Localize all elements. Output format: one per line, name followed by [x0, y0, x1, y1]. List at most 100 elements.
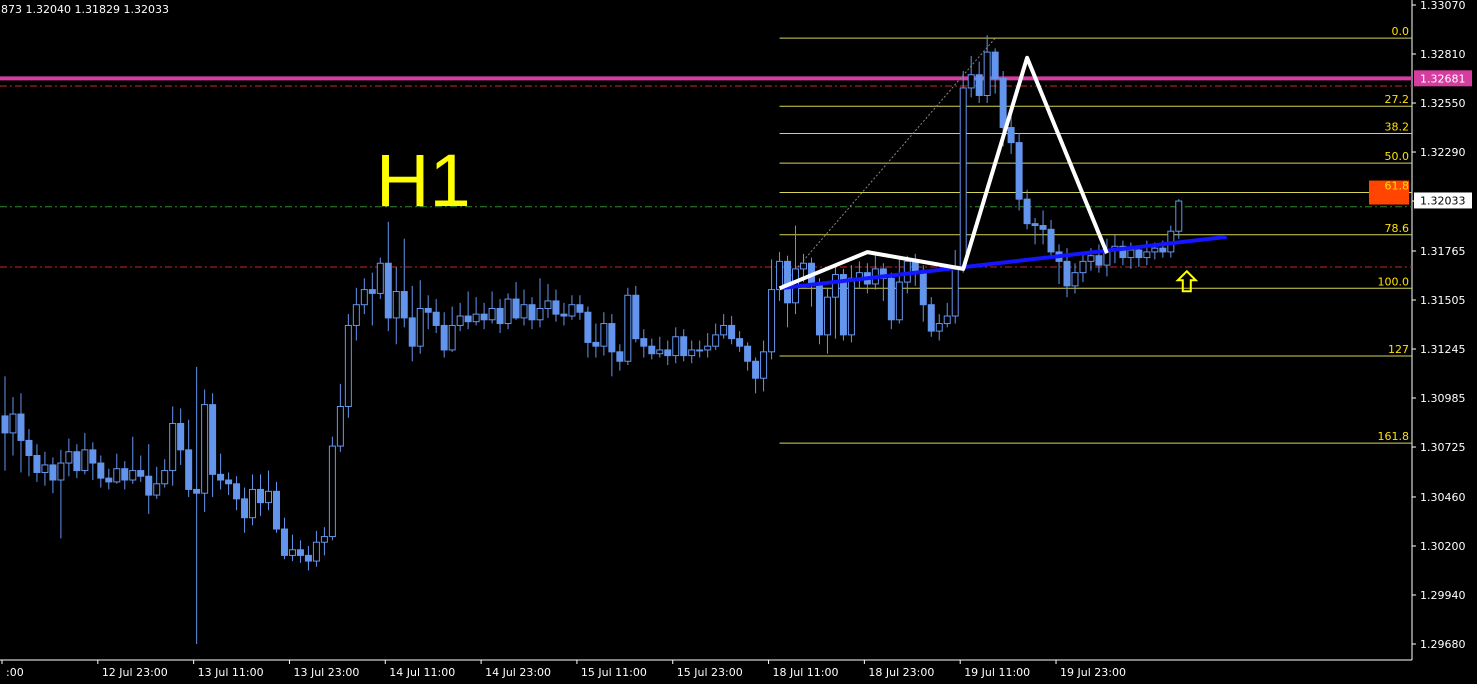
candle-body[interactable] [576, 304, 584, 313]
candle-body[interactable] [201, 404, 209, 494]
candle-body[interactable] [432, 311, 440, 326]
candle-body[interactable] [296, 549, 304, 556]
candle-body[interactable] [17, 413, 25, 441]
candle-body[interactable] [560, 313, 568, 317]
candle-body[interactable] [847, 277, 855, 336]
candle-body[interactable] [768, 289, 776, 353]
candle-body[interactable] [169, 422, 177, 472]
candle-body[interactable] [1143, 251, 1151, 259]
candle-body[interactable] [1079, 260, 1087, 274]
candle-body[interactable] [1015, 142, 1023, 200]
candle-body[interactable] [967, 74, 975, 89]
candle-body[interactable] [935, 323, 943, 332]
candle-body[interactable] [1151, 247, 1159, 253]
candle-body[interactable] [193, 488, 201, 494]
candle-body[interactable] [464, 315, 472, 323]
candle-body[interactable] [217, 473, 225, 481]
candle-body[interactable] [839, 274, 847, 336]
candle-body[interactable] [472, 313, 480, 323]
candle-body[interactable] [688, 349, 696, 357]
candle-body[interactable] [752, 360, 760, 379]
candle-body[interactable] [480, 313, 488, 321]
candle-body[interactable] [9, 413, 17, 434]
candle-body[interactable] [249, 488, 257, 519]
candle-body[interactable] [720, 324, 728, 336]
candle-body[interactable] [113, 468, 121, 483]
candle-body[interactable] [640, 338, 648, 347]
candle-body[interactable] [528, 304, 536, 321]
candle-body[interactable] [552, 300, 560, 315]
candle-body[interactable] [744, 345, 752, 362]
candle-body[interactable] [376, 262, 384, 294]
chart-canvas[interactable]: 0.0 27.2 38.2 50.0 61.8 78.6 100.0 127 161.8 1.33… [0, 0, 1477, 684]
candle-body[interactable] [392, 291, 400, 319]
candle-body[interactable] [704, 345, 712, 351]
candle-body[interactable] [672, 336, 680, 357]
candle-body[interactable] [991, 51, 999, 80]
candle-body[interactable] [1007, 127, 1015, 144]
candle-body[interactable] [1023, 198, 1031, 225]
candle-body[interactable] [65, 451, 73, 464]
candle-body[interactable] [664, 349, 672, 357]
candle-body[interactable] [1031, 223, 1039, 227]
candle-body[interactable] [983, 51, 991, 96]
candle-body[interactable] [1063, 260, 1071, 287]
candle-body[interactable] [1047, 228, 1055, 253]
candle-body[interactable] [97, 462, 105, 479]
candle-body[interactable] [129, 470, 137, 481]
candle-body[interactable] [33, 455, 41, 473]
candle-body[interactable] [344, 324, 352, 407]
candle-body[interactable] [288, 549, 296, 556]
candle-body[interactable] [616, 351, 624, 362]
candle-body[interactable] [368, 289, 376, 294]
candle-body[interactable] [608, 323, 616, 353]
candle-body[interactable] [424, 307, 432, 313]
candle-body[interactable] [280, 528, 288, 556]
candle-body[interactable] [400, 291, 408, 319]
candle-body[interactable] [520, 304, 528, 319]
candle-body[interactable] [760, 351, 768, 379]
candle-body[interactable] [568, 304, 576, 317]
candle-body[interactable] [336, 405, 344, 447]
candle-body[interactable] [257, 488, 265, 504]
candle-body[interactable] [895, 281, 903, 321]
candle-body[interactable] [1087, 255, 1095, 262]
candle-body[interactable] [1159, 247, 1167, 253]
candle-body[interactable] [800, 262, 807, 270]
candle-body[interactable] [496, 307, 504, 325]
candle-body[interactable] [161, 470, 169, 485]
candle-body[interactable] [624, 294, 632, 362]
candle-body[interactable] [209, 404, 217, 475]
candle-body[interactable] [233, 483, 241, 500]
candle-body[interactable] [185, 449, 193, 490]
candle-body[interactable] [145, 475, 153, 496]
candle-body[interactable] [815, 285, 823, 336]
candle-body[interactable] [544, 300, 552, 309]
candle-body[interactable] [999, 78, 1007, 129]
candle-body[interactable] [512, 298, 520, 319]
candle-body[interactable] [600, 323, 608, 347]
candle-body[interactable] [1127, 249, 1135, 259]
candle-body[interactable] [728, 324, 736, 340]
candle-body[interactable] [1175, 200, 1183, 232]
candle-body[interactable] [951, 266, 959, 317]
candle-body[interactable] [696, 349, 704, 352]
candle-body[interactable] [153, 483, 161, 496]
candle-body[interactable] [177, 422, 185, 451]
candle-body[interactable] [632, 294, 640, 340]
candle-body[interactable] [736, 338, 744, 347]
candle-body[interactable] [137, 470, 145, 477]
candle-body[interactable] [241, 498, 249, 519]
candle-body[interactable] [1, 415, 9, 434]
candle-body[interactable] [49, 464, 57, 481]
candle-body[interactable] [328, 445, 336, 538]
candle-body[interactable] [959, 87, 967, 268]
candle-body[interactable] [225, 479, 233, 485]
candle-body[interactable] [584, 311, 592, 343]
candle-body[interactable] [384, 262, 392, 319]
candle-body[interactable] [975, 74, 983, 96]
candle-body[interactable] [831, 274, 839, 298]
candle-body[interactable] [887, 277, 895, 321]
candle-body[interactable] [1095, 255, 1103, 266]
candle-body[interactable] [648, 345, 656, 355]
